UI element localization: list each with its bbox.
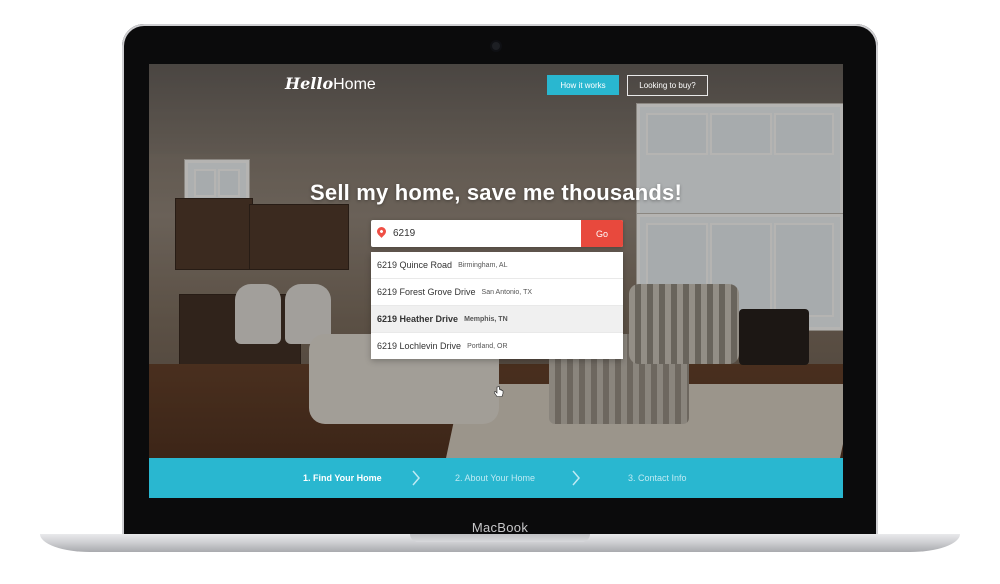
suggestion-address: 6219 Forest Grove Drive <box>377 287 476 297</box>
laptop-screen: HelloHome How it works Looking to buy? S… <box>149 64 843 498</box>
site-logo[interactable]: HelloHome <box>285 74 376 94</box>
device-brand-label: MacBook <box>471 520 529 535</box>
looking-to-buy-button[interactable]: Looking to buy? <box>627 75 708 96</box>
steps-bar: 1. Find Your Home 2. About Your Home 3. … <box>149 458 843 498</box>
step-about-your-home[interactable]: 2. About Your Home <box>455 458 535 498</box>
address-search: Go <box>371 220 623 247</box>
address-search-input[interactable] <box>393 220 575 247</box>
location-pin-icon <box>375 225 388 238</box>
chevron-right-icon <box>572 470 580 486</box>
how-it-works-button[interactable]: How it works <box>547 75 619 95</box>
go-button[interactable]: Go <box>581 220 623 247</box>
hand-pointer-icon <box>494 385 504 397</box>
hero-title: Sell my home, save me thousands! <box>310 180 682 205</box>
suggestions-dropdown: 6219 Quince Road Birmingham, AL 6219 For… <box>371 252 623 359</box>
logo-secondary: Home <box>333 76 376 93</box>
chevron-right-icon <box>412 470 420 486</box>
suggestion-city: Birmingham, AL <box>458 261 508 269</box>
suggestion-item[interactable]: 6219 Lochlevin Drive Portland, OR <box>371 333 623 359</box>
suggestion-address: 6219 Heather Drive <box>377 314 459 324</box>
suggestion-address: 6219 Lochlevin Drive <box>377 341 462 351</box>
suggestion-item[interactable]: 6219 Forest Grove Drive San Antonio, TX <box>371 279 623 306</box>
suggestion-city: Portland, OR <box>467 342 508 350</box>
suggestion-address: 6219 Quince Road <box>377 260 453 270</box>
suggestion-city: Memphis, TN <box>464 315 508 323</box>
camera-icon <box>492 42 500 50</box>
laptop-notch <box>410 534 590 542</box>
step-find-your-home[interactable]: 1. Find Your Home <box>303 458 382 498</box>
suggestion-city: San Antonio, TX <box>481 288 533 296</box>
suggestion-item[interactable]: 6219 Quince Road Birmingham, AL <box>371 252 623 279</box>
step-contact-info[interactable]: 3. Contact Info <box>628 458 687 498</box>
suggestion-item[interactable]: 6219 Heather Drive Memphis, TN <box>371 306 623 333</box>
logo-primary: Hello <box>285 74 334 93</box>
